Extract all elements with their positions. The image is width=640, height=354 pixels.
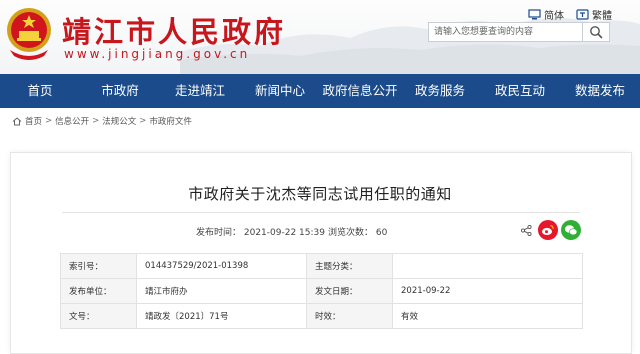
site-title[interactable]: 靖江市人民政府 (62, 9, 286, 51)
breadcrumb-city-documents[interactable]: 市政府文件 (149, 115, 192, 127)
title-divider (62, 212, 580, 213)
publish-time: 发布时间： 2021-09-22 15:39 (196, 228, 325, 238)
lang-simplified-label: 简体 (544, 11, 564, 22)
national-emblem-icon (7, 8, 51, 60)
issue-date-value: 2021-09-22 (392, 278, 583, 304)
breadcrumb-regulations[interactable]: 法规公文 (102, 115, 136, 127)
document-number-value: 靖政发〔2021〕71号 (136, 303, 307, 329)
site-header: 靖江市人民政府 www.jingjiang.gov.cn 简体 繁體 (0, 0, 640, 74)
nav-item-data-release[interactable]: 数据发布 (560, 74, 640, 108)
monitor-icon (528, 9, 541, 20)
validity-label: 时效： (306, 303, 393, 329)
nav-item-home[interactable]: 首页 (0, 74, 80, 108)
table-row: 索引号： 014437529/2021-01398 主题分类： (60, 253, 583, 279)
nav-item-government-services[interactable]: 政务服务 (400, 74, 480, 108)
nav-item-city-government[interactable]: 市政府 (80, 74, 160, 108)
document-number-label: 文号： (60, 303, 137, 329)
share-icon[interactable] (521, 225, 532, 236)
nav-item-news-center[interactable]: 新闻中心 (240, 74, 320, 108)
view-count: 浏览次数： 60 (328, 228, 388, 238)
lang-traditional-link[interactable]: 繁體 (576, 7, 612, 22)
nav-item-about-jingjiang[interactable]: 走进靖江 (160, 74, 240, 108)
breadcrumb-home[interactable]: 首页 (25, 115, 42, 127)
lang-simplified-link[interactable]: 简体 (528, 7, 564, 22)
breadcrumb-separator: > (92, 116, 100, 126)
issue-date-label: 发文日期： (306, 278, 393, 304)
site-domain: www.jingjiang.gov.cn (64, 47, 251, 61)
main-nav: 首页 市政府 走进靖江 新闻中心 政府信息公开 政务服务 政民互动 数据发布 (0, 74, 640, 108)
weibo-share-button[interactable] (538, 220, 558, 240)
search-input[interactable] (429, 23, 582, 41)
lang-traditional-label: 繁體 (592, 11, 612, 22)
index-number-value: 014437529/2021-01398 (136, 253, 307, 279)
weibo-icon (542, 224, 554, 236)
index-number-label: 索引号： (60, 253, 137, 279)
table-row: 发布单位： 靖江市府办 发文日期： 2021-09-22 (60, 278, 583, 304)
search-button[interactable] (582, 23, 609, 41)
publisher-value: 靖江市府办 (136, 278, 307, 304)
nav-item-public-interaction[interactable]: 政民互动 (480, 74, 560, 108)
language-icon (576, 9, 589, 20)
breadcrumb-separator: > (45, 116, 53, 126)
validity-value: 有效 (392, 303, 583, 329)
document-info-table: 索引号： 014437529/2021-01398 主题分类： 发布单位： 靖江… (60, 253, 583, 329)
topic-category-label: 主题分类： (306, 253, 393, 279)
publisher-label: 发布单位： (60, 278, 137, 304)
nav-item-info-disclosure[interactable]: 政府信息公开 (320, 74, 400, 108)
breadcrumb-separator: > (139, 116, 147, 126)
search-icon (590, 26, 603, 39)
table-row: 文号： 靖政发〔2021〕71号 时效： 有效 (60, 303, 583, 329)
wechat-icon (564, 225, 578, 236)
wechat-share-button[interactable] (561, 220, 581, 240)
breadcrumb-info-disclosure[interactable]: 信息公开 (55, 115, 89, 127)
breadcrumb: 首页 > 信息公开 > 法规公文 > 市政府文件 (12, 115, 192, 127)
article-title: 市政府关于沈杰等同志试用任职的通知 (188, 185, 452, 203)
home-icon (12, 116, 22, 125)
topic-category-value (392, 253, 583, 279)
search-box (428, 22, 610, 42)
